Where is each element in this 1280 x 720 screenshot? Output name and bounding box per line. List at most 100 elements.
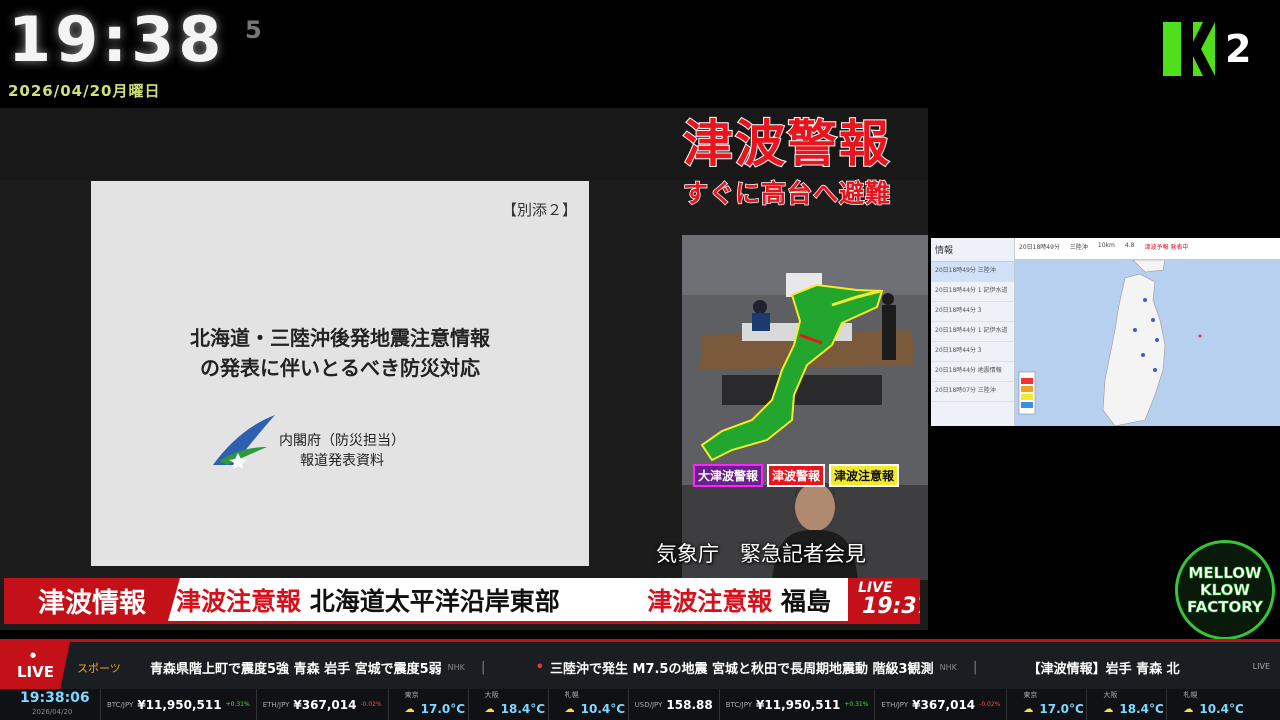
market-items: BTC/JPY ¥11,950,511 +0.31% ETH/JPY ¥367,…: [100, 689, 1246, 720]
quake-list-header: 情報: [931, 238, 1014, 262]
ticker-item: 【津波情報】岩手 青森 北: [1027, 662, 1180, 677]
market-strip: 19:38:06 2026/04/20 BTC/JPY ¥11,950,511 …: [0, 689, 1280, 720]
quote-eth: ETH/JPY ¥367,014 -0.02%: [874, 689, 1006, 720]
quake-list-item[interactable]: 20日18時07分 三陸沖: [931, 382, 1014, 402]
banner-label: 津波情報: [4, 578, 180, 621]
quote-label: BTC/JPY: [107, 700, 134, 709]
weather-osaka: 大阪 ☁ 18.4°C: [467, 689, 548, 720]
tsunami-warning-title: 津波警報: [682, 114, 891, 174]
mellow-logo-line3: FACTORY: [1187, 597, 1263, 616]
weather-temp: 18.4°C: [1119, 702, 1164, 716]
quote-value: 158.88: [666, 697, 713, 712]
k-logo-icon: [1163, 22, 1215, 76]
quake-list-item[interactable]: 20日18時44分 3: [931, 302, 1014, 322]
cabinet-office-logo-icon: [209, 413, 279, 477]
press-room-scene: [682, 235, 928, 580]
clock-date: 2026/04/20月曜日: [8, 82, 161, 100]
quake-map[interactable]: [1015, 259, 1280, 427]
weather-osaka: 大阪 ☁ 18.4°C: [1086, 689, 1166, 720]
mellow-logo-line1: MELLOW: [1188, 563, 1262, 582]
quake-list-item[interactable]: 20日18時44分 1 記伊水道: [931, 322, 1014, 342]
quake-time: 20日18時49分: [1019, 244, 1060, 251]
tsunami-info-banner: 津波情報 津波注意報 北海道太平洋沿岸東部 津波注意報 福島 LIVE 19:3…: [4, 578, 920, 624]
banner-live-badge: LIVE 19:37: [848, 578, 920, 621]
weather-temp: 17.0°C: [1039, 702, 1084, 716]
banner-item2-area: 福島: [780, 587, 831, 616]
channel-number: 2: [1225, 27, 1252, 71]
quake-magnitude: 4.8: [1124, 242, 1135, 249]
weather-temp: 17.0°C: [420, 702, 466, 716]
clock: 19:38 5 2026/04/20月曜日: [8, 3, 262, 101]
legend-tsunami-warning: 津波警報: [767, 464, 826, 487]
mellow-logo-line2: KLOW: [1200, 580, 1251, 599]
quote-change: -0.02%: [979, 701, 1001, 708]
banner-item1-area: 北海道太平洋沿岸東部: [309, 587, 560, 616]
quote-change: +0.31%: [225, 701, 250, 708]
partly-cloudy-icon: ☁: [404, 704, 415, 715]
ticker-item: 三陸沖で発生 M7.5の地震 宮城と秋田で長周期地震動 階級3観測: [549, 662, 934, 677]
quake-tsunami-status: 津波予報 発表中: [1144, 244, 1189, 251]
slide-org: 内閣府（防災担当） 報道発表資料: [279, 431, 405, 471]
tsunami-warning-subtitle: すぐに高台へ避難: [682, 178, 891, 209]
mellow-klow-factory-logo: MELLOW KLOW FACTORY: [1175, 540, 1275, 640]
tohoku-map: [1018, 259, 1202, 427]
quote-value: ¥11,950,511: [756, 697, 841, 712]
partly-cloudy-icon: ☁: [1183, 704, 1194, 715]
partly-cloudy-icon: ☁: [1103, 704, 1114, 715]
ticker-live-tag: LIVE: [1252, 662, 1270, 671]
weather-temp: 10.4°C: [1199, 702, 1244, 716]
slide-title-line1: 北海道・三陸沖後発地震注意情報: [190, 326, 490, 350]
quake-list-item[interactable]: 20日18時49分 三陸沖: [931, 262, 1014, 282]
partly-cloudy-icon: ☁: [1023, 704, 1034, 715]
partly-cloudy-icon: ☁: [484, 704, 495, 715]
ticker-category: スポーツ: [77, 662, 121, 675]
slide-title-line2: の発表に伴いとるべき防災対応: [200, 356, 480, 380]
clock-seconds: 5: [245, 16, 262, 44]
quote-label: ETH/JPY: [262, 700, 290, 709]
quote-eth: ETH/JPY ¥367,014 -0.02%: [255, 689, 388, 720]
video-player[interactable]: 【別添２】 北海道・三陸沖後発地震注意情報 の発表に伴いとるべき防災対応 内閣府…: [0, 108, 928, 630]
weather-city: 東京: [1023, 691, 1038, 699]
ticker-item-source: NHK: [939, 663, 957, 672]
quote-value: ¥11,950,511: [137, 697, 222, 712]
legend-major-tsunami: 大津波警報: [693, 464, 764, 487]
weather-tokyo: 東京 ☁ 17.0°C: [1006, 689, 1086, 720]
slide-title: 北海道・三陸沖後発地震注意情報 の発表に伴いとるべき防災対応: [91, 323, 589, 383]
ticker-item-source: NHK: [447, 663, 465, 672]
ticker-scroll: 青森県階上町で震度5強 青森 岩手 宮城で震度5弱 NHK | • 三陸沖で発生…: [150, 658, 1180, 677]
quote-value: ¥367,014: [912, 697, 976, 712]
weather-city: 東京: [404, 691, 419, 699]
news-ticker: ● LIVE スポーツ 青森県階上町で震度5強 青森 岩手 宮城で震度5弱 NH…: [0, 639, 1280, 689]
quake-list-item[interactable]: 20日18時44分 地震情報: [931, 362, 1014, 382]
weather-sapporo: 札幌 ☁ 10.4°C: [1166, 689, 1246, 720]
quote-label: USD/JPY: [634, 700, 663, 709]
weather-city: 札幌: [1183, 691, 1198, 699]
quake-list-item[interactable]: 20日18時44分 1 記伊水道: [931, 282, 1014, 302]
slide-tag: 【別添２】: [501, 201, 577, 219]
quote-usd: USD/JPY 158.88: [627, 689, 719, 720]
banner-live-time: 19:37: [862, 594, 920, 619]
press-slide: 【別添２】 北海道・三陸沖後発地震注意情報 の発表に伴いとるべき防災対応 内閣府…: [91, 181, 589, 566]
legend-tsunami-advisory: 津波注意報: [829, 464, 900, 487]
ticker-bullet-icon: •: [535, 660, 544, 675]
banner-item2-type: 津波注意報: [647, 587, 773, 616]
tsunami-legend: 大津波警報 津波警報 津波注意報: [693, 464, 900, 487]
quake-list-item[interactable]: 20日18時44分 3: [931, 342, 1014, 362]
quote-btc: BTC/JPY ¥11,950,511 +0.31%: [100, 689, 256, 720]
weather-city: 札幌: [564, 691, 579, 699]
quake-region: 三陸沖: [1069, 244, 1088, 251]
quote-label: ETH/JPY: [881, 700, 909, 709]
quake-depth: 10km: [1097, 242, 1115, 249]
clock-time: 19:38: [8, 3, 226, 76]
press-conference-video: [682, 235, 928, 580]
quote-value: ¥367,014: [293, 697, 357, 712]
quake-list-sidebar: 情報 20日18時49分 三陸沖 20日18時44分 1 記伊水道 20日18時…: [931, 238, 1015, 426]
channel-logo: 2: [1163, 22, 1251, 76]
weather-tokyo: 東京 ☁ 17.0°C: [387, 689, 468, 720]
ticker-live-badge: ● LIVE: [0, 642, 70, 689]
partly-cloudy-icon: ☁: [564, 704, 575, 715]
ticker-separator: |: [480, 660, 486, 675]
earthquake-map-panel: 情報 20日18時49分 三陸沖 20日18時44分 1 記伊水道 20日18時…: [931, 238, 1280, 427]
weather-temp: 10.4°C: [580, 702, 626, 716]
tsunami-warning-overlay: 津波警報 すぐに高台へ避難: [656, 114, 918, 210]
